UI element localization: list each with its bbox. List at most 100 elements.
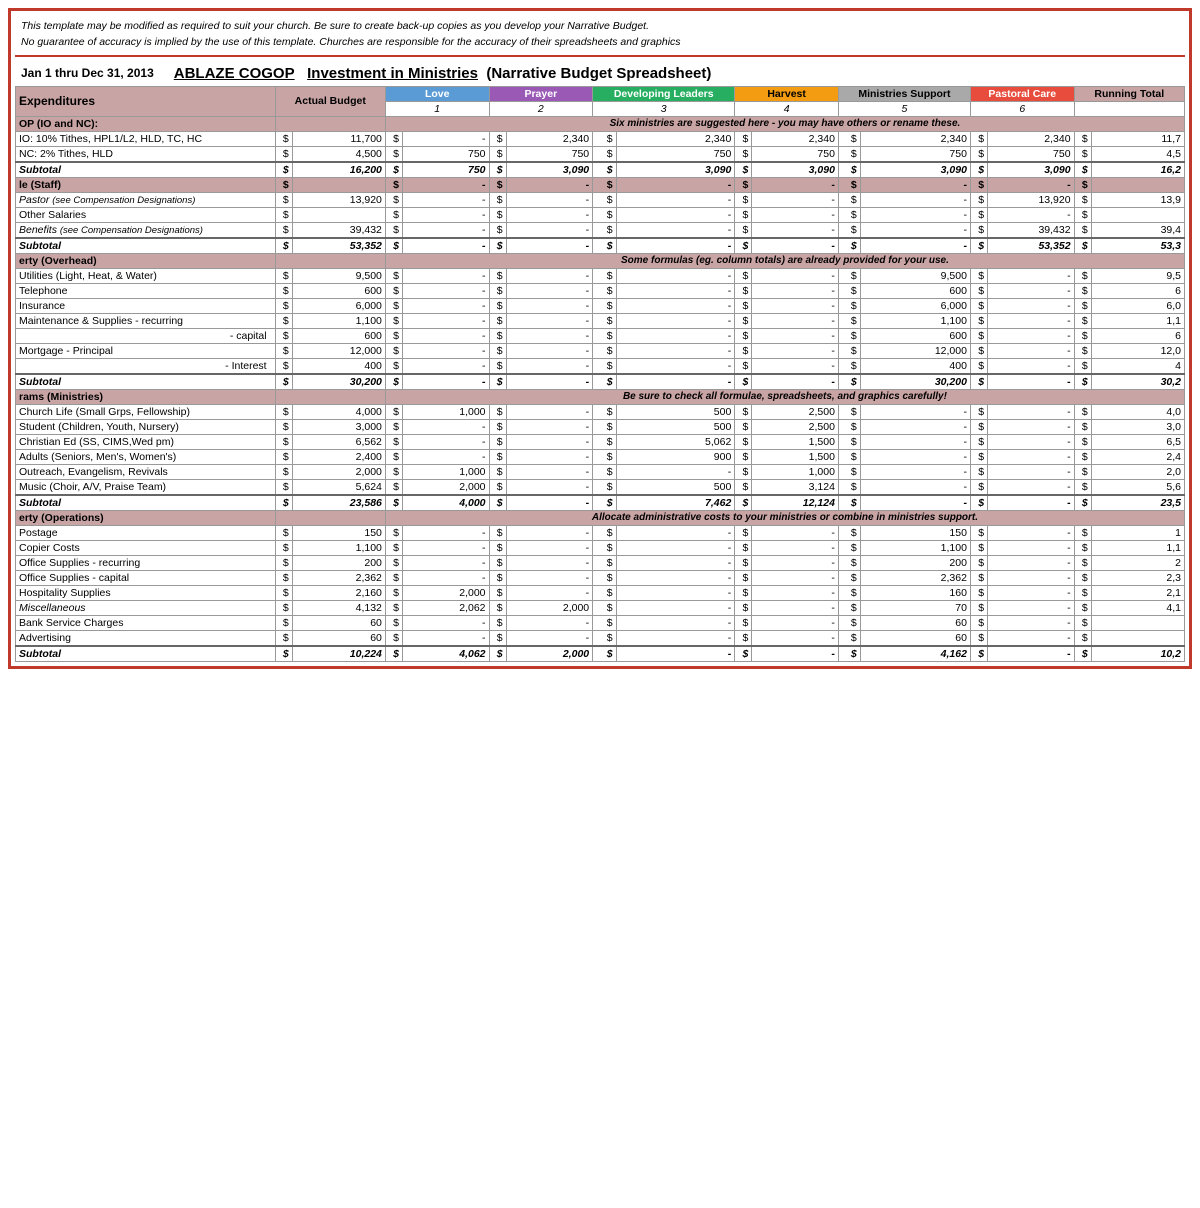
- copier-label: Copier Costs: [16, 540, 276, 555]
- benefits-label: Benefits (see Compensation Designations): [16, 222, 276, 238]
- io-label: IO: 10% Tithes, HPL1/L2, HLD, TC, HC: [16, 131, 276, 146]
- maintenance-recurring-row: Maintenance & Supplies - recurring $ 1,1…: [16, 313, 1185, 328]
- people-section-label: le (Staff): [16, 177, 276, 192]
- nc-row: NC: 2% Tithes, HLD $ 4,500 $ 750 $ 750 $…: [16, 146, 1185, 162]
- office-supplies-capital-row: Office Supplies - capital $ 2,362 $ - $ …: [16, 570, 1185, 585]
- misc-row: Miscellaneous $ 4,132 $ 2,062 $ 2,000 $ …: [16, 600, 1185, 615]
- advertising-label: Advertising: [16, 630, 276, 646]
- benefits-row: Benefits (see Compensation Designations)…: [16, 222, 1185, 238]
- main-title: ABLAZE COGOP Investment in Ministries (N…: [174, 65, 712, 82]
- mortgage-interest-label: - Interest: [16, 358, 276, 374]
- student-label: Student (Children, Youth, Nursery): [16, 419, 276, 434]
- developing-num: 3: [593, 101, 735, 116]
- subtitle: Investment in Ministries: [307, 65, 478, 82]
- love-num: 1: [385, 101, 489, 116]
- church-life-row: Church Life (Small Grps, Fellowship) $ 4…: [16, 404, 1185, 419]
- outreach-row: Outreach, Evangelism, Revivals $ 2,000 $…: [16, 464, 1185, 479]
- section-people-row: le (Staff) $ $ - $ - $ - $ - $ - $ - $: [16, 177, 1185, 192]
- harvest-num: 4: [735, 101, 839, 116]
- col-harvest-header: Harvest: [735, 86, 839, 101]
- col-pastoral-header: Pastoral Care: [970, 86, 1074, 101]
- admin-subtotal-label: Subtotal: [16, 646, 276, 662]
- col-expenditures-header: Expenditures: [16, 86, 276, 116]
- hospitality-row: Hospitality Supplies $ 2,160 $ 2,000 $ -…: [16, 585, 1185, 600]
- ministries-num: 5: [838, 101, 970, 116]
- music-label: Music (Choir, A/V, Praise Team): [16, 479, 276, 495]
- telephone-label: Telephone: [16, 283, 276, 298]
- property-notice: Some formulas (eg. column totals) are al…: [385, 253, 1184, 268]
- hospitality-label: Hospitality Supplies: [16, 585, 276, 600]
- section-op-row: OP (IO and NC): Six ministries are sugge…: [16, 116, 1185, 131]
- col-prayer-header: Prayer: [489, 86, 593, 101]
- admin-section-label: erty (Operations): [16, 510, 276, 525]
- bank-charges-label: Bank Service Charges: [16, 615, 276, 630]
- postage-label: Postage: [16, 525, 276, 540]
- op-notice: Six ministries are suggested here - you …: [385, 116, 1184, 131]
- property-subtotal-row: Subtotal $ 30,200 $ - $ - $ - $ - $ 30,2…: [16, 374, 1185, 390]
- nc-label: NC: 2% Tithes, HLD: [16, 146, 276, 162]
- pastor-label: Pastor (see Compensation Designations): [16, 192, 276, 207]
- other-salaries-label: Other Salaries: [16, 207, 276, 222]
- outreach-label: Outreach, Evangelism, Revivals: [16, 464, 276, 479]
- office-supplies-recurring-row: Office Supplies - recurring $ 200 $ - $ …: [16, 555, 1185, 570]
- mortgage-interest-row: - Interest $ 400 $ - $ - $ - $ - $ 400 $…: [16, 358, 1185, 374]
- col-actual-budget-header: Actual Budget: [275, 86, 385, 116]
- postage-row: Postage $ 150 $ - $ - $ - $ - $ 150 $ - …: [16, 525, 1185, 540]
- section-programs-row: rams (Ministries) Be sure to check all f…: [16, 389, 1185, 404]
- budget-type: (Narrative Budget Spreadsheet): [486, 65, 711, 82]
- maintenance-capital-row: - capital $ 600 $ - $ - $ - $ - $ 600 $ …: [16, 328, 1185, 343]
- org-name: ABLAZE COGOP: [174, 65, 295, 82]
- header-row: Expenditures Actual Budget Love Prayer D…: [16, 86, 1185, 101]
- property-subtotal-label: Subtotal: [16, 374, 276, 390]
- maintenance-recurring-label: Maintenance & Supplies - recurring: [16, 313, 276, 328]
- pastor-row: Pastor (see Compensation Designations) $…: [16, 192, 1185, 207]
- mortgage-principal-label: Mortgage - Principal: [16, 343, 276, 358]
- student-row: Student (Children, Youth, Nursery) $ 3,0…: [16, 419, 1185, 434]
- telephone-row: Telephone $ 600 $ - $ - $ - $ - $ 600 $ …: [16, 283, 1185, 298]
- church-life-label: Church Life (Small Grps, Fellowship): [16, 404, 276, 419]
- col-developing-header: Developing Leaders: [593, 86, 735, 101]
- op-subtotal-label: Subtotal: [16, 162, 276, 178]
- admin-subtotal-row: Subtotal $ 10,224 $ 4,062 $ 2,000 $ - $ …: [16, 646, 1185, 662]
- op-ab-cell: [275, 116, 385, 131]
- people-subtotal-row: Subtotal $ 53,352 $ - $ - $ - $ - $ - $ …: [16, 238, 1185, 254]
- programs-subtotal-label: Subtotal: [16, 495, 276, 511]
- mortgage-principal-row: Mortgage - Principal $ 12,000 $ - $ - $ …: [16, 343, 1185, 358]
- property-section-label: erty (Overhead): [16, 253, 276, 268]
- bank-charges-row: Bank Service Charges $ 60 $ - $ - $ - $ …: [16, 615, 1185, 630]
- adults-row: Adults (Seniors, Men's, Women's) $ 2,400…: [16, 449, 1185, 464]
- other-salaries-row: Other Salaries $ $ - $ - $ - $ - $ - $ -…: [16, 207, 1185, 222]
- people-subtotal-label: Subtotal: [16, 238, 276, 254]
- advertising-row: Advertising $ 60 $ - $ - $ - $ - $ 60 $ …: [16, 630, 1185, 646]
- prayer-num: 2: [489, 101, 593, 116]
- op-subtotal-row: Subtotal $ 16,200 $ 750 $ 3,090 $ 3,090 …: [16, 162, 1185, 178]
- pastoral-num: 6: [970, 101, 1074, 116]
- disclaimer-line2: No guarantee of accuracy is implied by t…: [21, 36, 681, 48]
- section-admin-row: erty (Operations) Allocate administrativ…: [16, 510, 1185, 525]
- programs-section-label: rams (Ministries): [16, 389, 276, 404]
- christian-ed-label: Christian Ed (SS, CIMS,Wed pm): [16, 434, 276, 449]
- running-num: [1074, 101, 1184, 116]
- insurance-row: Insurance $ 6,000 $ - $ - $ - $ - $ 6,00…: [16, 298, 1185, 313]
- section-property-row: erty (Overhead) Some formulas (eg. colum…: [16, 253, 1185, 268]
- disclaimer: This template may be modified as require…: [15, 15, 1185, 57]
- io-row: IO: 10% Tithes, HPL1/L2, HLD, TC, HC $ 1…: [16, 131, 1185, 146]
- budget-table: Expenditures Actual Budget Love Prayer D…: [15, 86, 1185, 662]
- col-love-header: Love: [385, 86, 489, 101]
- title-row: Jan 1 thru Dec 31, 2013 ABLAZE COGOP Inv…: [15, 57, 1185, 86]
- christian-ed-row: Christian Ed (SS, CIMS,Wed pm) $ 6,562 $…: [16, 434, 1185, 449]
- col-running-header: Running Total: [1074, 86, 1184, 101]
- programs-notice: Be sure to check all formulae, spreadshe…: [385, 389, 1184, 404]
- office-supplies-recurring-label: Office Supplies - recurring: [16, 555, 276, 570]
- admin-notice: Allocate administrative costs to your mi…: [385, 510, 1184, 525]
- outer-border: This template may be modified as require…: [8, 8, 1192, 669]
- insurance-label: Insurance: [16, 298, 276, 313]
- utilities-row: Utilities (Light, Heat, & Water) $ 9,500…: [16, 268, 1185, 283]
- copier-row: Copier Costs $ 1,100 $ - $ - $ - $ - $ 1…: [16, 540, 1185, 555]
- col-ministries-header: Ministries Support: [838, 86, 970, 101]
- adults-label: Adults (Seniors, Men's, Women's): [16, 449, 276, 464]
- programs-subtotal-row: Subtotal $ 23,586 $ 4,000 $ - $ 7,462 $ …: [16, 495, 1185, 511]
- op-section-label: OP (IO and NC):: [16, 116, 276, 131]
- disclaimer-line1: This template may be modified as require…: [21, 20, 649, 32]
- misc-label: Miscellaneous: [16, 600, 276, 615]
